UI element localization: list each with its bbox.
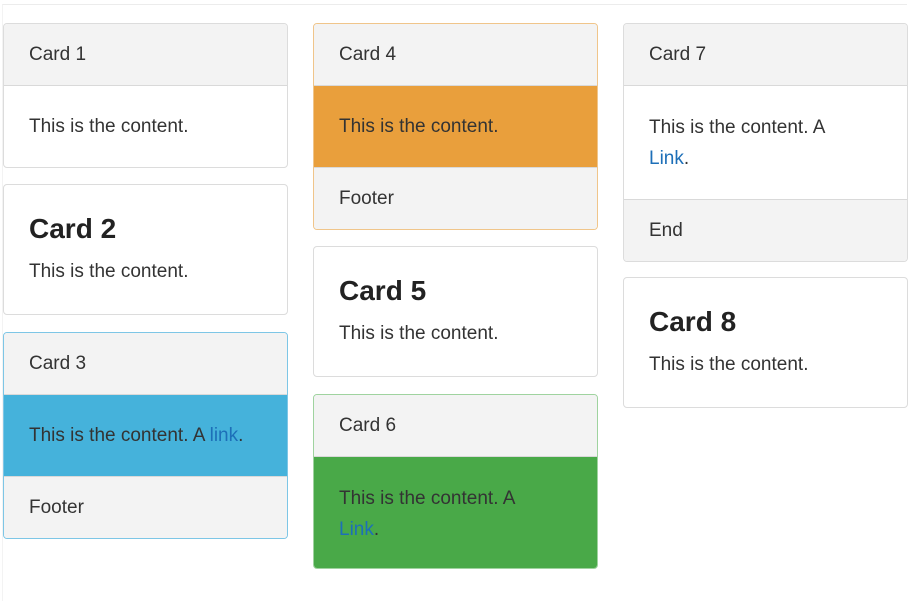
card-6-period: . [373,519,380,540]
card-5-title: Card 5 [339,275,427,306]
card-7-body: This is the content. A Link. [624,86,907,199]
card-4-body: This is the content. [314,86,597,167]
card-7: Card 7 This is the content. A Link. End [623,23,908,262]
card-7-link-wrap: Link. [649,148,689,169]
card-2: Card 2 This is the content. [3,184,288,315]
card-1-content: This is the content. [29,116,189,137]
card-4-content: This is the content. [339,116,499,137]
card-1: Card 1 This is the content. [3,23,288,168]
card-3-content-wrap: This is the content. A link. [29,420,243,451]
card-1-header: Card 1 [4,24,287,86]
card-7-link[interactable]: Link [649,148,684,169]
card-3-body: This is the content. A link. [4,395,287,476]
card-7-period: . [683,148,690,169]
card-8-body: Card 8 This is the content. [624,278,907,380]
card-5-body: Card 5 This is the content. [314,247,597,349]
card-7-footer: End [624,199,907,261]
card-4-header: Card 4 [314,24,597,86]
card-6-header: Card 6 [314,395,597,457]
card-6-body: This is the content. A Link. [314,457,597,568]
card-3: Card 3 This is the content. A link. Foot… [3,332,288,539]
card-4: Card 4 This is the content. Footer [313,23,598,230]
card-3-period: . [238,425,244,446]
card-7-content: This is the content. A [649,117,826,138]
card-6-link[interactable]: Link [339,519,374,540]
card-4-footer: Footer [314,167,597,229]
card-8-title: Card 8 [649,306,737,337]
card-2-body: Card 2 This is the content. [4,185,287,287]
card-6-content: This is the content. A [339,488,516,509]
card-3-link[interactable]: link [210,425,239,446]
card-2-content: This is the content. [29,261,189,282]
card-6: Card 6 This is the content. A Link. [313,394,598,569]
card-1-body: This is the content. [4,86,287,167]
card-8-content: This is the content. [649,354,809,375]
card-5: Card 5 This is the content. [313,246,598,377]
card-5-content: This is the content. [339,323,499,344]
card-3-content: This is the content. A [29,425,210,446]
card-3-header: Card 3 [4,333,287,395]
card-8: Card 8 This is the content. [623,277,908,408]
card-2-title: Card 2 [29,213,117,244]
card-6-link-wrap: Link. [339,519,379,540]
card-3-footer: Footer [4,476,287,538]
card-7-header: Card 7 [624,24,907,86]
